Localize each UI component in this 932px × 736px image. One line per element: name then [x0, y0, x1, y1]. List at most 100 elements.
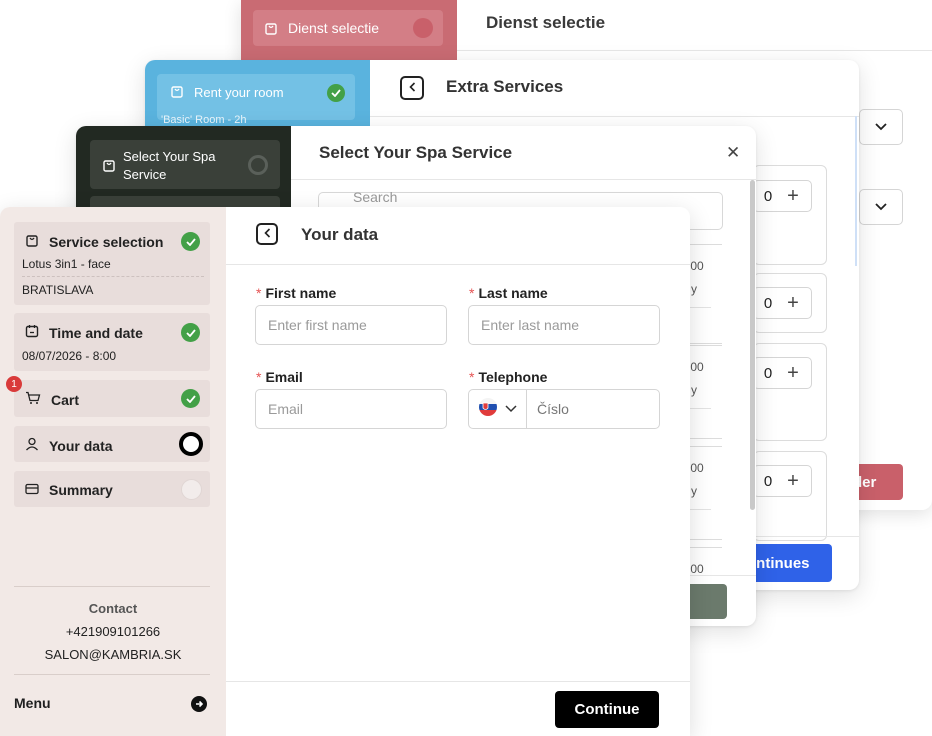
step-label: Cart	[51, 391, 80, 408]
price-suffix: y	[691, 282, 697, 296]
arrow-right-icon[interactable]	[191, 696, 207, 712]
step-label: Your data	[49, 437, 113, 454]
divider	[226, 681, 690, 682]
chevron-down-icon	[875, 198, 887, 216]
chevron-left-icon	[408, 79, 416, 97]
required-mark: *	[469, 369, 475, 385]
your-data-window: Service selection Lotus 3in1 - face BRAT…	[0, 207, 690, 736]
sidebar-item-spa-service[interactable]: Select Your Spa Service	[90, 140, 280, 189]
label-text: Telephone	[478, 369, 548, 385]
quantity-stepper[interactable]: 0 +	[753, 180, 812, 212]
cart-count-badge: 1	[6, 376, 22, 392]
focus-border	[855, 116, 857, 266]
page-title: Select Your Spa Service	[319, 143, 513, 162]
last-name-label: * Last name	[469, 285, 548, 301]
label-text: Last name	[478, 285, 548, 301]
cart-icon	[25, 391, 41, 408]
divider	[14, 586, 210, 587]
close-icon[interactable]: ✕	[726, 143, 740, 163]
phone-number-input[interactable]	[527, 391, 647, 427]
quantity-value: 0	[763, 472, 773, 490]
plus-icon[interactable]: +	[778, 362, 808, 385]
back-button[interactable]	[256, 223, 278, 245]
divider	[22, 276, 204, 277]
step-detail: BRATISLAVA	[22, 283, 94, 297]
dropdown-toggle[interactable]	[859, 189, 903, 225]
last-name-field[interactable]	[468, 305, 660, 345]
check-icon	[181, 323, 200, 342]
plus-icon[interactable]: +	[778, 470, 808, 493]
required-mark: *	[469, 285, 475, 301]
sidebar-item-summary[interactable]: Summary	[14, 471, 210, 507]
email-field[interactable]	[255, 389, 447, 429]
quantity-value: 0	[763, 294, 773, 312]
sidebar-item-service-selection[interactable]: Service selection Lotus 3in1 - face BRAT…	[14, 222, 210, 305]
contact-title: Contact	[88, 601, 138, 616]
label-text: First name	[265, 285, 337, 301]
divider	[226, 264, 690, 265]
slovakia-flag-icon	[478, 397, 497, 421]
shopping-bag-icon	[170, 84, 184, 101]
plus-icon[interactable]: +	[778, 185, 808, 208]
price-suffix: y	[691, 383, 697, 397]
chevron-down-icon	[875, 118, 887, 136]
current-step-indicator	[179, 432, 203, 456]
required-mark: *	[256, 285, 262, 301]
telephone-field	[468, 389, 660, 429]
shopping-bag-icon	[102, 158, 116, 177]
label-text: Email	[265, 369, 303, 385]
back-button[interactable]	[400, 76, 424, 100]
first-name-label: * First name	[256, 285, 336, 301]
first-name-field[interactable]	[255, 305, 447, 345]
divider	[14, 674, 210, 675]
dropdown-toggle[interactable]	[859, 109, 903, 145]
calendar-icon	[25, 324, 39, 341]
telephone-label: * Telephone	[469, 369, 547, 385]
divider	[370, 116, 859, 117]
status-indicator	[413, 18, 433, 38]
check-icon	[327, 84, 345, 102]
contact-phone[interactable]: +421909101266	[0, 624, 226, 639]
page-title: Dienst selectie	[486, 13, 606, 32]
sidebar-item-rent-room[interactable]: Rent your room 'Basic' Room - 2h	[157, 74, 355, 126]
shopping-bag-icon	[264, 21, 278, 35]
divider	[457, 50, 932, 51]
required-mark: *	[256, 369, 262, 385]
pending-step-indicator	[181, 479, 202, 500]
page-title: Extra Services	[446, 77, 564, 96]
sidebar-item-detail: 'Basic' Room - 2h	[161, 114, 247, 126]
booking-sidebar: Service selection Lotus 3in1 - face BRAT…	[0, 207, 226, 736]
plus-icon[interactable]: +	[778, 292, 808, 315]
step-label: Service selection	[49, 233, 164, 250]
search-placeholder: Search	[353, 189, 398, 205]
step-label: Time and date	[49, 324, 143, 341]
sidebar-item-your-data[interactable]: Your data	[14, 426, 210, 462]
user-icon	[25, 437, 39, 454]
sidebar-item-cart[interactable]: Cart	[14, 380, 210, 417]
sidebar-item-label: Select Your Spa Service	[123, 149, 216, 182]
sidebar-item-label: Rent your room	[194, 85, 284, 100]
sidebar-item-label: Dienst selectie	[288, 20, 380, 36]
price-suffix: y	[691, 484, 697, 498]
status-indicator	[248, 155, 268, 175]
step-label: Summary	[49, 482, 113, 498]
quantity-stepper[interactable]: 0 +	[753, 287, 812, 319]
email-label: * Email	[256, 369, 303, 385]
continue-button[interactable]: Continue	[555, 691, 659, 728]
sidebar-item-dienst-selectie[interactable]: Dienst selectie	[253, 10, 443, 46]
step-detail: 08/07/2026 - 8:00	[22, 349, 117, 363]
menu-label[interactable]: Menu	[14, 695, 51, 711]
quantity-value: 0	[763, 364, 773, 382]
shopping-bag-icon	[25, 233, 39, 250]
scrollbar[interactable]	[750, 180, 755, 510]
quantity-stepper[interactable]: 0 +	[753, 465, 812, 497]
step-detail: Lotus 3in1 - face	[22, 257, 111, 271]
sidebar-item-time-and-date[interactable]: Time and date 08/07/2026 - 8:00	[14, 313, 210, 371]
quantity-stepper[interactable]: 0 +	[753, 357, 812, 389]
chevron-down-icon	[504, 400, 517, 418]
contact-email[interactable]: SALON@KAMBRIA.SK	[0, 647, 226, 662]
check-icon	[181, 389, 200, 408]
quantity-value: 0	[763, 187, 773, 205]
divider	[291, 179, 756, 180]
country-code-select[interactable]	[469, 390, 527, 428]
